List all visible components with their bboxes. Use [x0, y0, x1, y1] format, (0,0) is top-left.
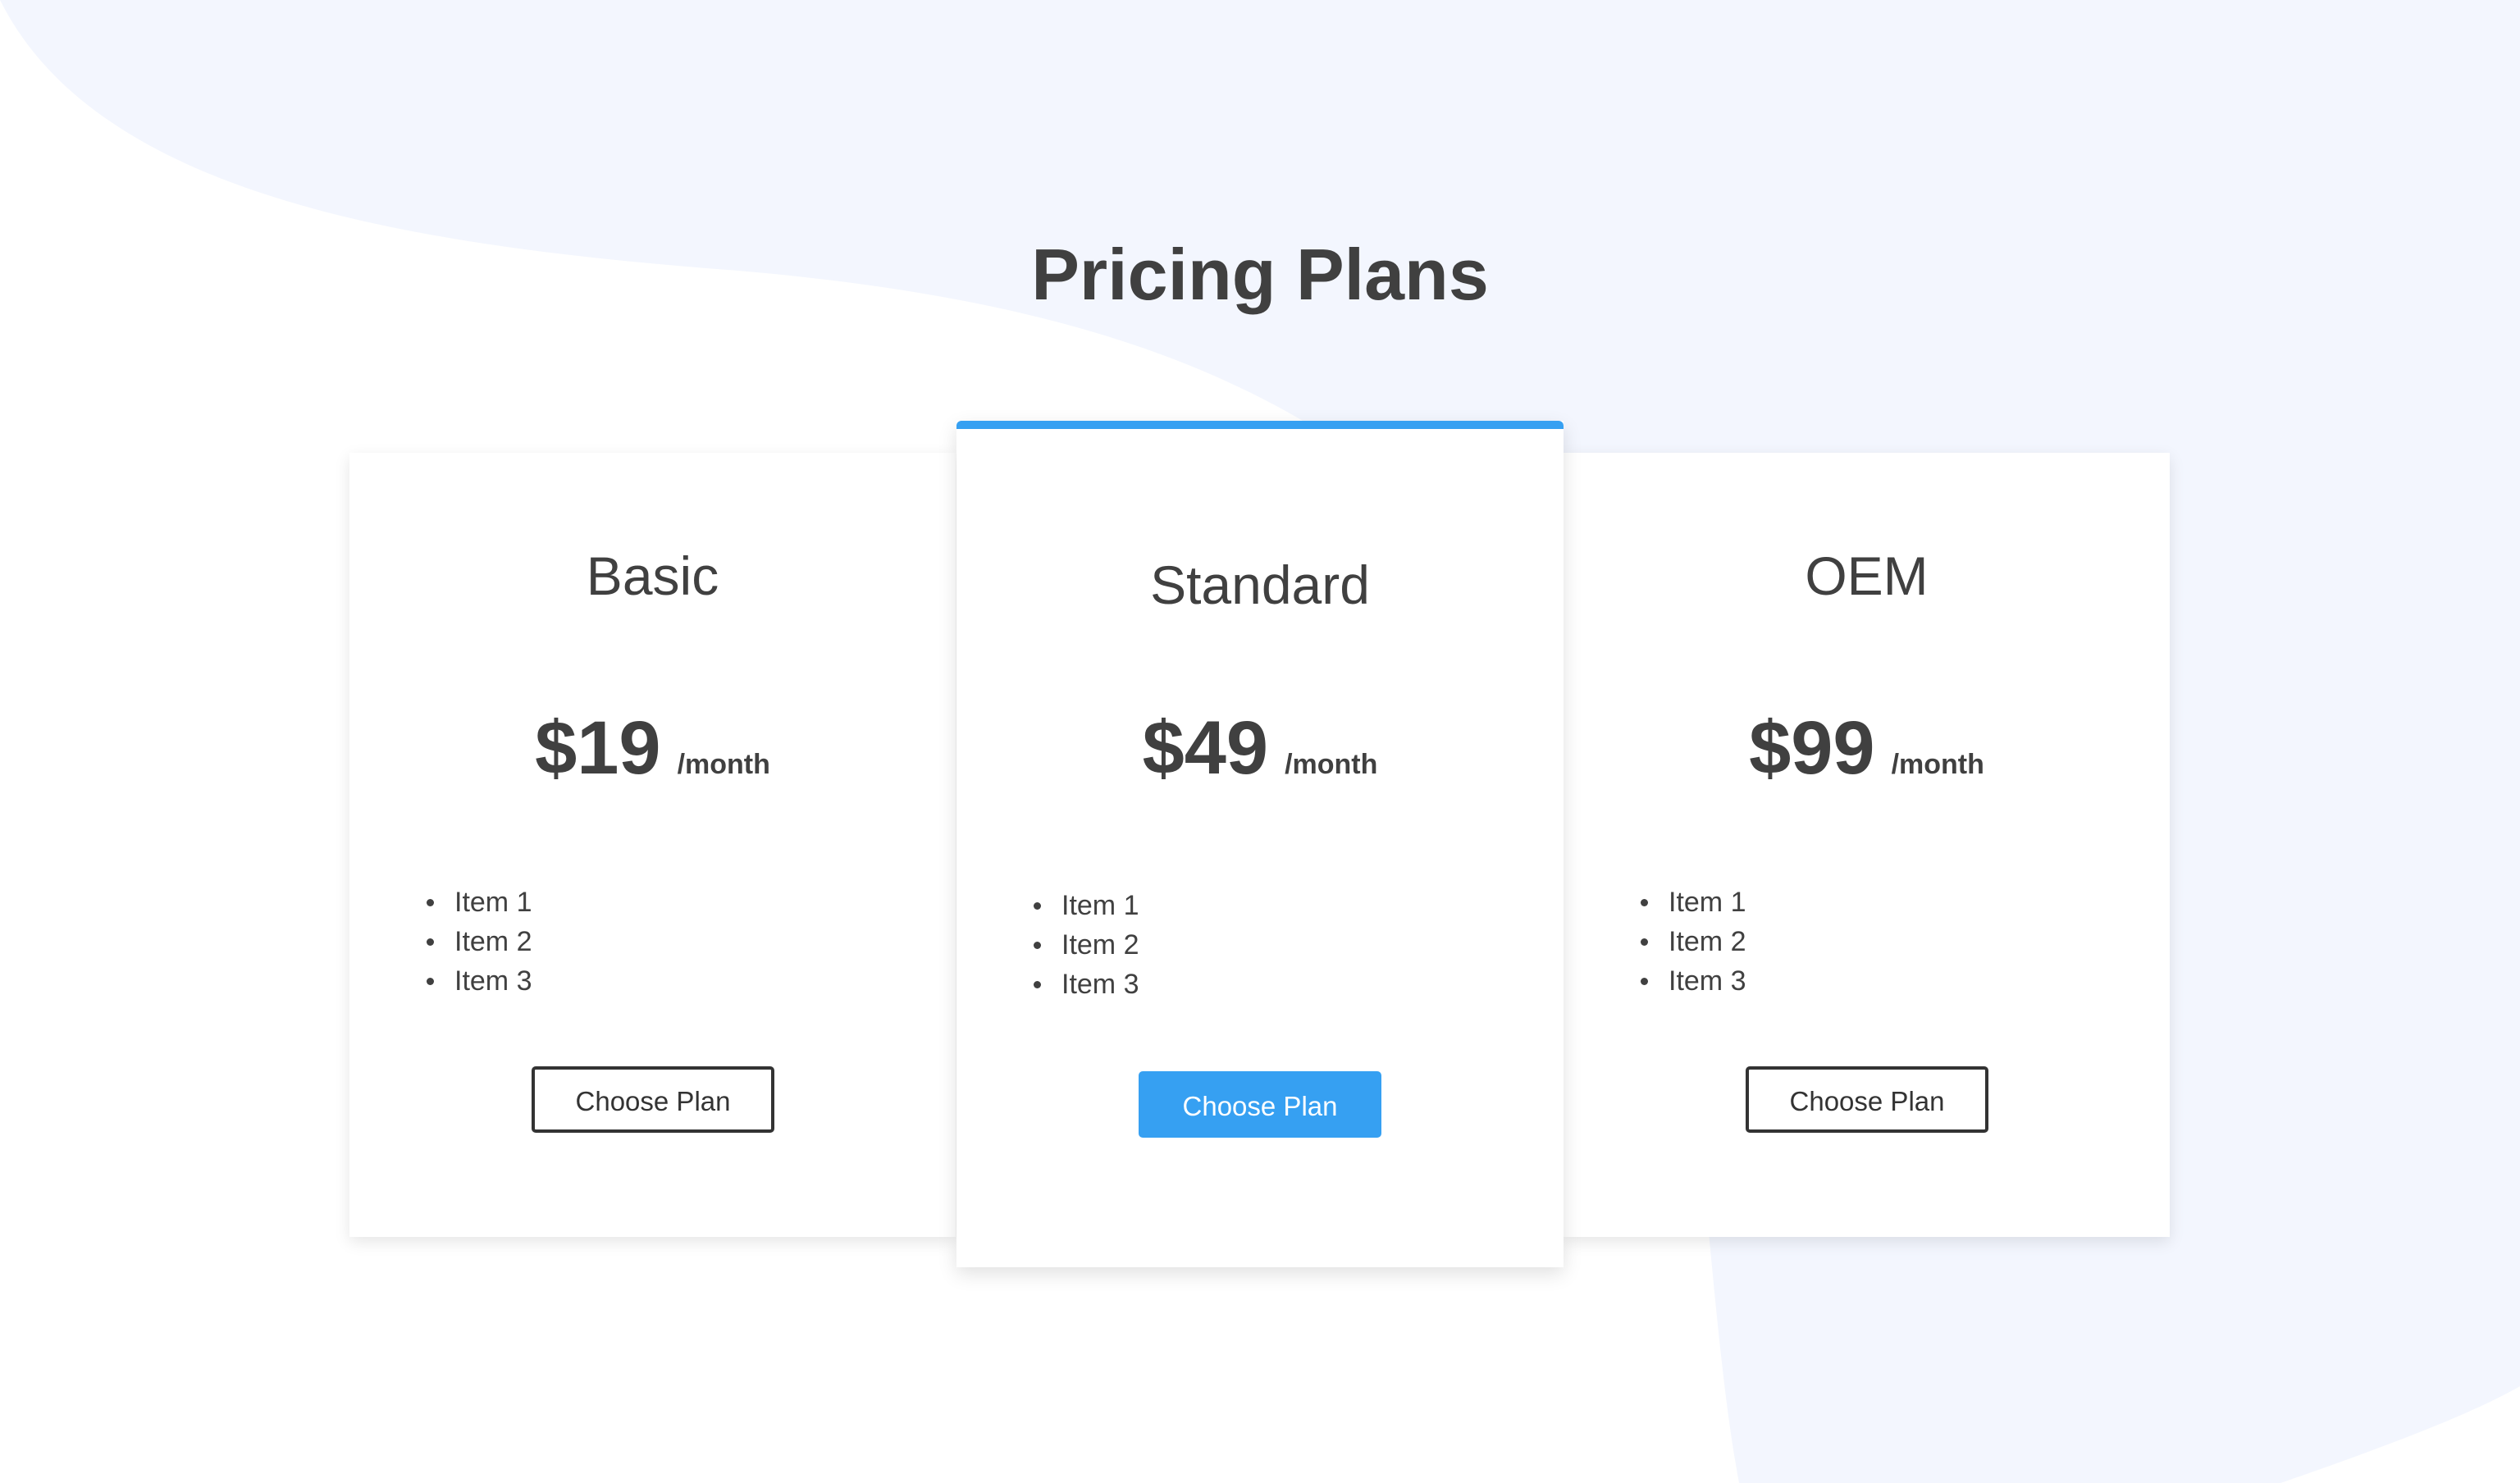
plan-price: $99/month [1564, 703, 2170, 793]
price-period: /month [1285, 749, 1378, 780]
plan-price: $19/month [349, 703, 956, 793]
page-title: Pricing Plans [1031, 234, 1489, 315]
price-period: /month [677, 749, 770, 780]
bullet-icon [1034, 942, 1041, 949]
bullet-icon [1641, 978, 1648, 985]
bullet-icon [1034, 981, 1041, 988]
feature-text: Item 3 [1061, 969, 1139, 1000]
feature-item: Item 3 [1641, 961, 1746, 1001]
feature-item: Item 3 [427, 961, 532, 1001]
featured-accent-bar [956, 421, 1564, 429]
bullet-icon [1641, 899, 1648, 906]
plan-name: Standard [1150, 554, 1370, 615]
bullet-icon [427, 899, 434, 906]
bullet-icon [1641, 938, 1648, 946]
feature-text: Item 1 [1669, 887, 1746, 918]
feature-text: Item 3 [454, 965, 532, 997]
price-period: /month [1891, 749, 1984, 780]
feature-item: Item 3 [1034, 965, 1139, 1004]
plan-name: OEM [1805, 545, 1929, 606]
feature-item: Item 2 [1641, 922, 1746, 961]
bullet-icon [427, 938, 434, 946]
price-amount: $99 [1749, 706, 1875, 790]
feature-item: Item 2 [427, 922, 532, 961]
feature-list: Item 1 Item 2 Item 3 [1641, 883, 1746, 1001]
price-amount: $49 [1142, 706, 1269, 790]
feature-item: Item 2 [1034, 925, 1139, 965]
feature-text: Item 3 [1669, 965, 1746, 997]
feature-text: Item 2 [454, 926, 532, 957]
bullet-icon [1034, 902, 1041, 910]
plan-price: $49/month [956, 703, 1564, 793]
pricing-card-basic: Basic $19/month Item 1 Item 2 Item 3 Cho… [349, 453, 956, 1237]
feature-text: Item 1 [1061, 890, 1139, 921]
plan-name: Basic [586, 545, 719, 606]
choose-plan-button-oem[interactable]: Choose Plan [1746, 1066, 1988, 1133]
feature-list: Item 1 Item 2 Item 3 [1034, 886, 1139, 1004]
feature-item: Item 1 [1034, 886, 1139, 925]
pricing-page: Pricing Plans Basic $19/month Item 1 Ite… [0, 0, 2520, 1483]
feature-item: Item 1 [1641, 883, 1746, 922]
feature-text: Item 2 [1061, 929, 1139, 961]
bullet-icon [427, 978, 434, 985]
feature-text: Item 1 [454, 887, 532, 918]
feature-text: Item 2 [1669, 926, 1746, 957]
choose-plan-button-standard[interactable]: Choose Plan [1139, 1071, 1381, 1138]
pricing-card-oem: OEM $99/month Item 1 Item 2 Item 3 Choos… [1564, 453, 2170, 1237]
feature-item: Item 1 [427, 883, 532, 922]
choose-plan-button-basic[interactable]: Choose Plan [532, 1066, 774, 1133]
feature-list: Item 1 Item 2 Item 3 [427, 883, 532, 1001]
price-amount: $19 [535, 706, 661, 790]
pricing-card-standard: Standard $49/month Item 1 Item 2 Item 3 … [956, 421, 1564, 1267]
